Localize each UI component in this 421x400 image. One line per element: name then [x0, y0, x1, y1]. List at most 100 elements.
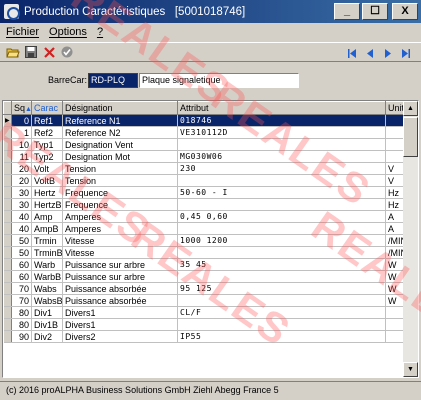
column-header-carac[interactable]: Carac [31, 101, 63, 115]
menu-fichier[interactable]: Fichier [6, 26, 39, 38]
table-row[interactable]: 60 WarbB Puissance sur arbre W [3, 270, 418, 283]
characteristics-table: Sq▲ Carac Désignation Attribut Unité De … [3, 101, 418, 343]
row-header [3, 186, 12, 199]
cell-attribut[interactable]: 230 [177, 162, 386, 175]
scroll-down-icon[interactable]: ▼ [403, 362, 418, 377]
row-header [3, 234, 12, 247]
table-row[interactable]: 20 Volt Tension 230 V [3, 162, 418, 175]
table-row[interactable]: 90 Div2 Divers2 IP55 [3, 330, 418, 343]
maximize-button[interactable]: ☐ [362, 3, 388, 20]
row-header [3, 138, 12, 151]
save-icon[interactable] [22, 44, 40, 60]
row-header [3, 318, 12, 331]
scrollbar-thumb[interactable] [403, 117, 418, 157]
column-header-designation[interactable]: Désignation [62, 101, 178, 115]
table-row[interactable]: 0Ref1Reference N1018746 [3, 114, 418, 127]
cell-attribut[interactable]: 50-60 - I [177, 186, 386, 199]
cell-designation: Designation Mot [62, 150, 178, 163]
cell-attribut[interactable] [177, 318, 386, 331]
table-row[interactable]: 60 Warb Puissance sur arbre 35 45 W [3, 258, 418, 271]
table-row[interactable]: 1 Ref2 Reference N2 VE310112D [3, 126, 418, 139]
cell-designation: Divers2 [62, 330, 178, 343]
row-header [3, 270, 12, 283]
row-header [3, 246, 12, 259]
vertical-scrollbar[interactable]: ▲ ▼ [403, 101, 418, 377]
barrecar-label: BarreCar: [48, 75, 88, 85]
cell-designation: Amperes [62, 222, 178, 235]
minimize-button[interactable]: _ [334, 3, 360, 20]
cell-carac: Amp [31, 210, 63, 223]
cell-attribut[interactable]: VE310112D [177, 126, 386, 139]
cell-seq: 80 [11, 318, 32, 331]
table-row[interactable]: 70 Wabs Puissance absorbée 95 125 W [3, 282, 418, 295]
row-header [3, 126, 12, 139]
cell-attribut[interactable] [177, 222, 386, 235]
table-row[interactable]: 11 Typ2 Designation Mot MG030W06 [3, 150, 418, 163]
cell-carac: WarbB [31, 270, 63, 283]
table-row[interactable]: 10 Typ1 Designation Vent [3, 138, 418, 151]
check-icon[interactable] [58, 44, 76, 60]
table-row[interactable]: 50 Trmin Vitesse 1000 1200/MIN [3, 234, 418, 247]
cell-attribut[interactable]: IP55 [177, 330, 386, 343]
table-row[interactable]: 30 HertzB Frequence Hz [3, 198, 418, 211]
menu-options[interactable]: Options [49, 26, 87, 38]
barrecar-code-field[interactable]: RD-PLQ [88, 73, 138, 88]
next-record-icon[interactable] [379, 45, 397, 61]
table-row[interactable]: 80 Div1 Divers1 CL/F [3, 306, 418, 319]
cell-attribut[interactable] [177, 246, 386, 259]
cell-attribut[interactable]: 35 45 [177, 258, 386, 271]
row-header [3, 150, 12, 163]
cell-designation: Vitesse [62, 246, 178, 259]
cell-attribut[interactable]: MG030W06 [177, 150, 386, 163]
open-folder-icon[interactable] [4, 44, 22, 60]
cell-attribut[interactable]: 018746 [177, 114, 386, 127]
record-id: [5001018746] [174, 5, 246, 18]
table-row[interactable]: 80 Div1B Divers1 [3, 318, 418, 331]
cell-attribut[interactable]: 1000 1200 [177, 234, 386, 247]
table-row[interactable]: 20 VoltB Tension V [3, 174, 418, 187]
cell-attribut[interactable]: 0,45 0,60 [177, 210, 386, 223]
cell-seq: 60 [11, 270, 32, 283]
cell-seq: 50 [11, 246, 32, 259]
cell-carac: Ref1 [31, 114, 63, 127]
table-row[interactable]: 40 AmpB Amperes A [3, 222, 418, 235]
row-header [3, 258, 12, 271]
cell-attribut[interactable] [177, 174, 386, 187]
cell-seq: 80 [11, 306, 32, 319]
scroll-up-icon[interactable]: ▲ [403, 101, 418, 116]
table-row[interactable]: 70 WabsB Puissance absorbée W [3, 294, 418, 307]
cell-carac: HertzB [31, 198, 63, 211]
cell-carac: Div2 [31, 330, 63, 343]
first-record-icon[interactable] [343, 45, 361, 61]
cell-attribut[interactable] [177, 270, 386, 283]
row-header [3, 174, 12, 187]
column-header-attribut[interactable]: Attribut [177, 101, 386, 115]
column-header-seq[interactable]: Sq▲ [11, 101, 32, 115]
cell-seq: 1 [11, 126, 32, 139]
cell-carac: TrminB [31, 246, 63, 259]
close-button[interactable]: X [392, 3, 418, 20]
row-header [3, 330, 12, 343]
cell-designation: Frequence [62, 198, 178, 211]
cell-attribut[interactable] [177, 294, 386, 307]
cell-attribut[interactable] [177, 198, 386, 211]
cell-designation: Puissance sur arbre [62, 270, 178, 283]
table-row[interactable]: 30 Hertz Frequence 50-60 - I Hz [3, 186, 418, 199]
row-header [3, 306, 12, 319]
record-navigation [343, 43, 415, 63]
cell-carac: Div1 [31, 306, 63, 319]
last-record-icon[interactable] [397, 45, 415, 61]
cell-carac: Trmin [31, 234, 63, 247]
table-row[interactable]: 40 Amp Amperes 0,45 0,60 A [3, 210, 418, 223]
cell-attribut[interactable]: 95 125 [177, 282, 386, 295]
cell-carac: Volt [31, 162, 63, 175]
previous-record-icon[interactable] [361, 45, 379, 61]
cell-designation: Amperes [62, 210, 178, 223]
cell-designation: Puissance sur arbre [62, 258, 178, 271]
table-header: Sq▲ Carac Désignation Attribut Unité De [3, 101, 418, 115]
cell-attribut[interactable]: CL/F [177, 306, 386, 319]
menu-help[interactable]: ? [97, 26, 103, 38]
cell-attribut[interactable] [177, 138, 386, 151]
table-row[interactable]: 50 TrminB Vitesse/MIN [3, 246, 418, 259]
delete-icon[interactable] [40, 44, 58, 60]
